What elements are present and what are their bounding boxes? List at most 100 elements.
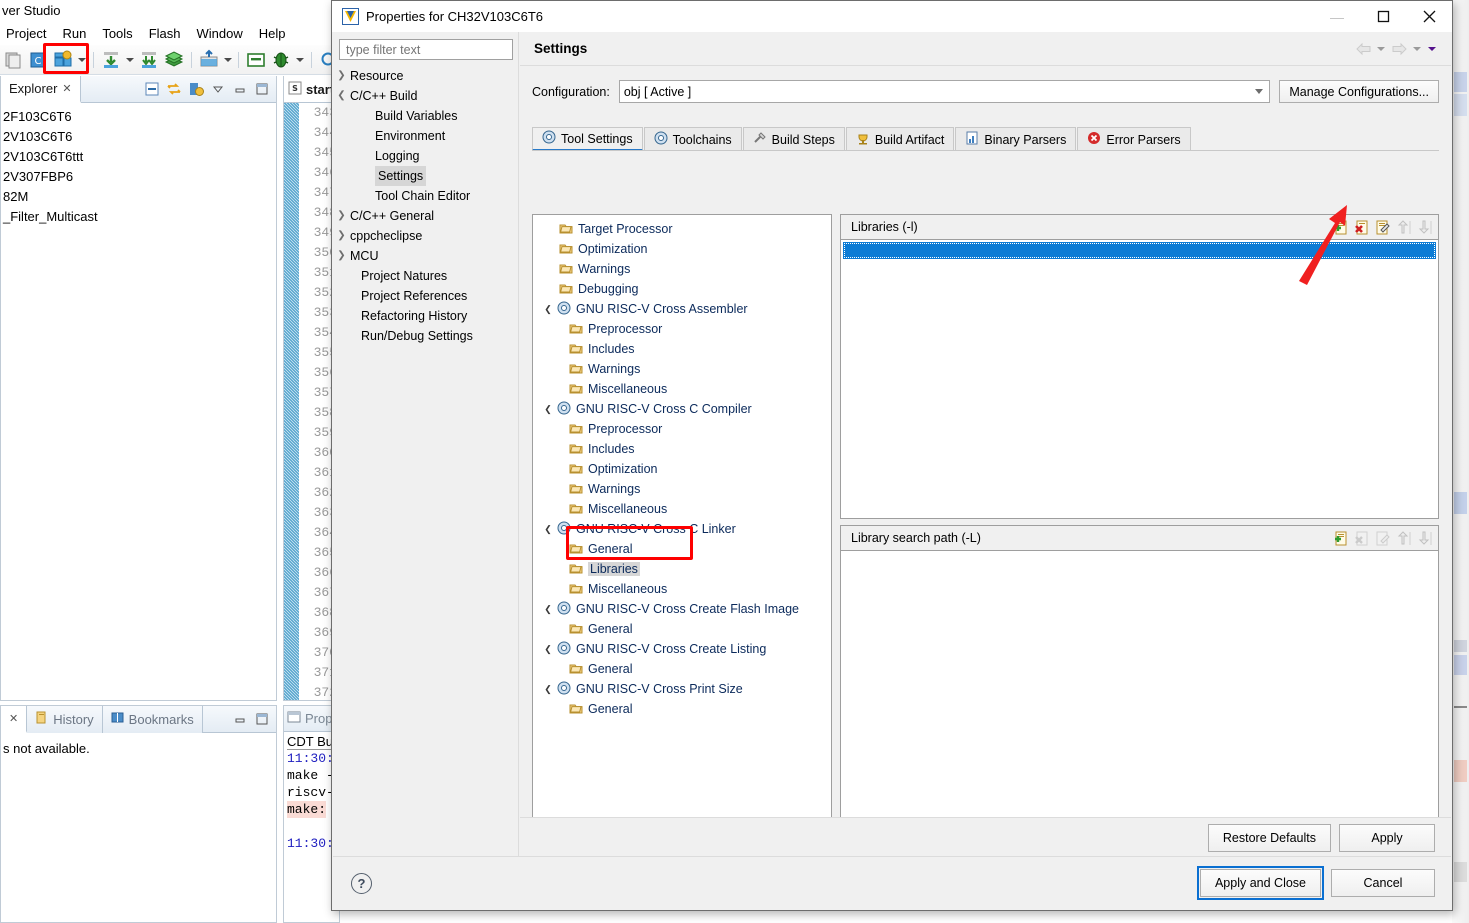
tool-tree-item-asm-preprocessor[interactable]: Preprocessor <box>533 319 831 339</box>
forward-arrow-icon[interactable] <box>1390 41 1409 57</box>
tool-tree-item-optimization[interactable]: Optimization <box>533 239 831 259</box>
menu-item-help[interactable]: Help <box>259 26 286 41</box>
move-up-button[interactable] <box>1395 219 1412 236</box>
chevron-down-icon[interactable]: ❮ <box>333 86 350 106</box>
nav-item-cppcheclipse[interactable]: ❯ cppcheclipse <box>333 226 518 246</box>
library-icon[interactable] <box>163 49 185 71</box>
tool-tree-item-cross-c-compiler[interactable]: ❮ GNU RISC-V Cross C Compiler <box>533 399 831 419</box>
dialog-titlebar[interactable]: Properties for CH32V103C6T6 — <box>332 1 1452 32</box>
editor-overview-strip[interactable] <box>1452 0 1469 923</box>
nav-item-cpp-general[interactable]: ❯ C/C++ General <box>333 206 518 226</box>
menu-item-window[interactable]: Window <box>196 26 242 41</box>
nav-item-tool-chain-editor[interactable]: Tool Chain Editor <box>333 186 518 206</box>
libraries-list[interactable] <box>841 240 1438 518</box>
list-item[interactable]: 2V103C6T6 <box>1 127 276 147</box>
chevron-down-icon[interactable]: ❮ <box>541 684 555 695</box>
tool-tree-item-print-size[interactable]: ❮ GNU RISC-V Cross Print Size <box>533 679 831 699</box>
tool-tree-item-cross-assembler[interactable]: ❮ GNU RISC-V Cross Assembler <box>533 299 831 319</box>
apply-and-close-button[interactable]: Apply and Close <box>1200 869 1321 897</box>
tool-tree-item-linker-miscellaneous[interactable]: Miscellaneous <box>533 579 831 599</box>
debug-icon[interactable] <box>270 49 292 71</box>
open-resource-icon[interactable] <box>198 49 220 71</box>
tab-active-close[interactable]: ✕ <box>1 706 27 733</box>
delete-search-path-button[interactable] <box>1353 530 1370 547</box>
tool-tree-item-cc-includes[interactable]: Includes <box>533 439 831 459</box>
tool-tree-item-create-listing[interactable]: ❮ GNU RISC-V Cross Create Listing <box>533 639 831 659</box>
tool-tree-item-cc-warnings[interactable]: Warnings <box>533 479 831 499</box>
manage-configurations-button[interactable]: Manage Configurations... <box>1279 80 1439 103</box>
cancel-button[interactable]: Cancel <box>1331 869 1435 897</box>
tab-build-artifact[interactable]: Build Artifact <box>846 127 954 151</box>
tool-tree-item-asm-warnings[interactable]: Warnings <box>533 359 831 379</box>
nav-item-environment[interactable]: Environment <box>333 126 518 146</box>
nav-item-refactoring-history[interactable]: Refactoring History <box>333 306 518 326</box>
back-arrow-icon[interactable] <box>1354 41 1373 57</box>
add-library-button[interactable] <box>1332 219 1349 236</box>
list-item[interactable]: 2F103C6T6 <box>1 107 276 127</box>
tab-bookmarks[interactable]: Bookmarks <box>103 706 203 733</box>
nav-item-settings[interactable]: Settings <box>333 166 518 186</box>
tool-tree-item-cc-miscellaneous[interactable]: Miscellaneous <box>533 499 831 519</box>
edit-search-path-button[interactable] <box>1374 530 1391 547</box>
view-menu-icon[interactable] <box>210 81 226 97</box>
tool-tree-item-debugging[interactable]: Debugging <box>533 279 831 299</box>
move-down-button[interactable] <box>1416 219 1433 236</box>
tab-build-steps[interactable]: Build Steps <box>743 127 845 151</box>
chevron-down-icon[interactable]: ❮ <box>541 644 555 655</box>
delete-library-button[interactable] <box>1353 219 1370 236</box>
move-up-button[interactable] <box>1395 530 1412 547</box>
close-icon[interactable]: ✕ <box>62 82 71 95</box>
list-item[interactable]: 2V307FBP6 <box>1 167 276 187</box>
collapse-all-icon[interactable] <box>144 81 160 97</box>
debug-dropdown-arrow[interactable] <box>295 49 305 71</box>
tool-tree-item-warnings[interactable]: Warnings <box>533 259 831 279</box>
apply-button[interactable]: Apply <box>1339 824 1435 852</box>
download-all-icon[interactable] <box>138 49 160 71</box>
back-dropdown-icon[interactable] <box>1375 41 1388 57</box>
chevron-down-icon[interactable]: ❮ <box>541 304 555 315</box>
minimize-icon[interactable] <box>232 711 248 727</box>
close-button[interactable] <box>1406 1 1452 32</box>
maximize-icon[interactable] <box>254 81 270 97</box>
nav-item-project-references[interactable]: Project References <box>333 286 518 306</box>
download-dropdown-arrow[interactable] <box>125 49 135 71</box>
tool-tree-item-cc-optimization[interactable]: Optimization <box>533 459 831 479</box>
open-resource-dropdown-arrow[interactable] <box>223 49 233 71</box>
save-all-icon[interactable] <box>2 49 24 71</box>
console-icon[interactable] <box>245 49 267 71</box>
tool-tree-item-listing-general[interactable]: General <box>533 659 831 679</box>
list-item[interactable]: 2V103C6T6ttt <box>1 147 276 167</box>
maximize-icon[interactable] <box>254 711 270 727</box>
chevron-down-icon[interactable]: ❮ <box>541 524 555 535</box>
nav-item-build-variables[interactable]: Build Variables <box>333 106 518 126</box>
chevron-right-icon[interactable]: ❯ <box>333 206 350 226</box>
explorer-tree[interactable]: 2F103C6T6 2V103C6T6 2V103C6T6ttt 2V307FB… <box>1 103 276 227</box>
add-search-path-button[interactable] <box>1332 530 1349 547</box>
tab-error-parsers[interactable]: Error Parsers <box>1077 127 1190 151</box>
nav-item-mcu[interactable]: ❯ MCU <box>333 246 518 266</box>
menu-item-project[interactable]: Project <box>6 26 46 41</box>
tab-tool-settings[interactable]: Tool Settings <box>532 127 643 151</box>
build-dropdown-arrow[interactable] <box>77 49 87 71</box>
tool-tree-item-linker-general[interactable]: General <box>533 539 831 559</box>
nav-item-cpp-build[interactable]: ❮ C/C++ Build <box>333 86 518 106</box>
nav-item-logging[interactable]: Logging <box>333 146 518 166</box>
tab-toolchains[interactable]: Toolchains <box>644 127 742 151</box>
tool-tree-item-asm-includes[interactable]: Includes <box>533 339 831 359</box>
configuration-select[interactable]: obj [ Active ] <box>619 80 1271 103</box>
nav-item-resource[interactable]: ❯ Resource <box>333 66 518 86</box>
tool-tree-item-create-flash-image[interactable]: ❮ GNU RISC-V Cross Create Flash Image <box>533 599 831 619</box>
forward-dropdown-icon[interactable] <box>1411 41 1424 57</box>
close-icon[interactable]: ✕ <box>9 712 18 725</box>
restore-defaults-button[interactable]: Restore Defaults <box>1208 824 1331 852</box>
tool-tree-item-flash-general[interactable]: General <box>533 619 831 639</box>
properties-nav-tree[interactable]: ❯ Resource ❮ C/C++ Build Build Variables… <box>333 66 518 346</box>
list-item[interactable]: _Filter_Multicast <box>1 207 276 227</box>
menu-item-flash[interactable]: Flash <box>149 26 181 41</box>
edit-library-button[interactable] <box>1374 219 1391 236</box>
chevron-down-icon[interactable]: ❮ <box>541 604 555 615</box>
new-c-project-icon[interactable]: C <box>27 49 49 71</box>
tool-tree-panel[interactable]: Target Processor Optimization <box>532 214 832 838</box>
link-with-editor-icon[interactable] <box>166 81 182 97</box>
menu-item-run[interactable]: Run <box>62 26 86 41</box>
